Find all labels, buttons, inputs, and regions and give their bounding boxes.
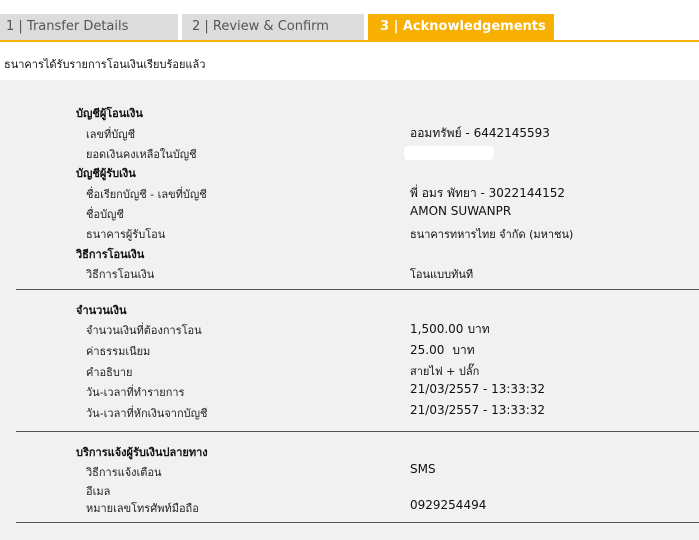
fee-label: ค่าธรรมเนียม (86, 345, 151, 358)
step-tabs: 1 | Transfer Details 2 | Review & Confir… (0, 14, 699, 40)
tab-underline (0, 40, 699, 42)
transaction-time-value: 21/03/2557 - 13:33:32 (410, 382, 546, 396)
notify-method-label: วิธีการแจ้งเตือน (86, 466, 162, 479)
amount-unit: บาท (467, 322, 490, 336)
account-no-value: ออมทรัพย์ - 6442145593 (410, 126, 550, 140)
description-label: คำอธิบาย (86, 366, 133, 379)
divider (16, 289, 699, 290)
account-name-label: ชื่อบัญชี (86, 208, 124, 221)
account-no-label: เลขที่บัญชี (86, 128, 136, 141)
section-title-to-account: บัญชีผู้รับเงิน (76, 167, 136, 180)
transaction-time-label: วัน-เวลาที่ทำรายการ (86, 386, 185, 399)
divider (16, 431, 699, 432)
fee-value-row: 25.00 บาท (410, 341, 475, 360)
debit-time-label: วัน-เวลาที่หักเงินจากบัญชี (86, 407, 208, 420)
recipient-name-no-value: พี่ อมร พัทยา - 3022144152 (410, 186, 565, 200)
amount-label: จำนวนเงินที่ต้องการโอน (86, 324, 202, 337)
tab-review-confirm: 2 | Review & Confirm (182, 14, 364, 40)
section-title-method: วิธีการโอนเงิน (76, 248, 145, 261)
amount-value: 1,500.00 (410, 322, 464, 336)
balance-label: ยอดเงินคงเหลือในบัญชี (86, 148, 197, 161)
balance-redacted (404, 146, 494, 160)
recipient-name-no-label: ชื่อเรียกบัญชี - เลขที่บัญชี (86, 188, 207, 201)
transfer-method-value: โอนแบบทันที (410, 268, 474, 281)
debit-time-value: 21/03/2557 - 13:33:32 (410, 403, 546, 417)
tab-transfer-details: 1 | Transfer Details (0, 14, 178, 40)
email-label: อีเมล (86, 485, 111, 498)
fee-unit: บาท (452, 343, 475, 357)
section-title-notify: บริการแจ้งผู้รับเงินปลายทาง (76, 446, 208, 459)
section-title-from-account: บัญชีผู้โอนเงิน (76, 107, 143, 120)
divider (16, 522, 699, 523)
fee-value: 25.00 (410, 343, 445, 357)
amount-value-row: 1,500.00 บาท (410, 320, 490, 339)
notify-method-value: SMS (410, 462, 436, 476)
recipient-bank-value: ธนาคารทหารไทย จำกัด (มหาชน) (410, 228, 574, 241)
section-title-amount: จำนวนเงิน (76, 304, 127, 317)
tab-acknowledgements: 3 | Acknowledgements (368, 14, 554, 40)
phone-label: หมายเลขโทรศัพท์มือถือ (86, 502, 199, 515)
transfer-method-label: วิธีการโอนเงิน (86, 268, 155, 281)
recipient-bank-label: ธนาคารผู้รับโอน (86, 228, 166, 241)
account-name-value: AMON SUWANPR (410, 204, 512, 218)
success-message: ธนาคารได้รับรายการโอนเงินเรียบร้อยแล้ว (4, 58, 206, 71)
description-value: สายไฟ + ปลั๊ก (410, 365, 480, 378)
phone-value: 0929254494 (410, 498, 487, 512)
